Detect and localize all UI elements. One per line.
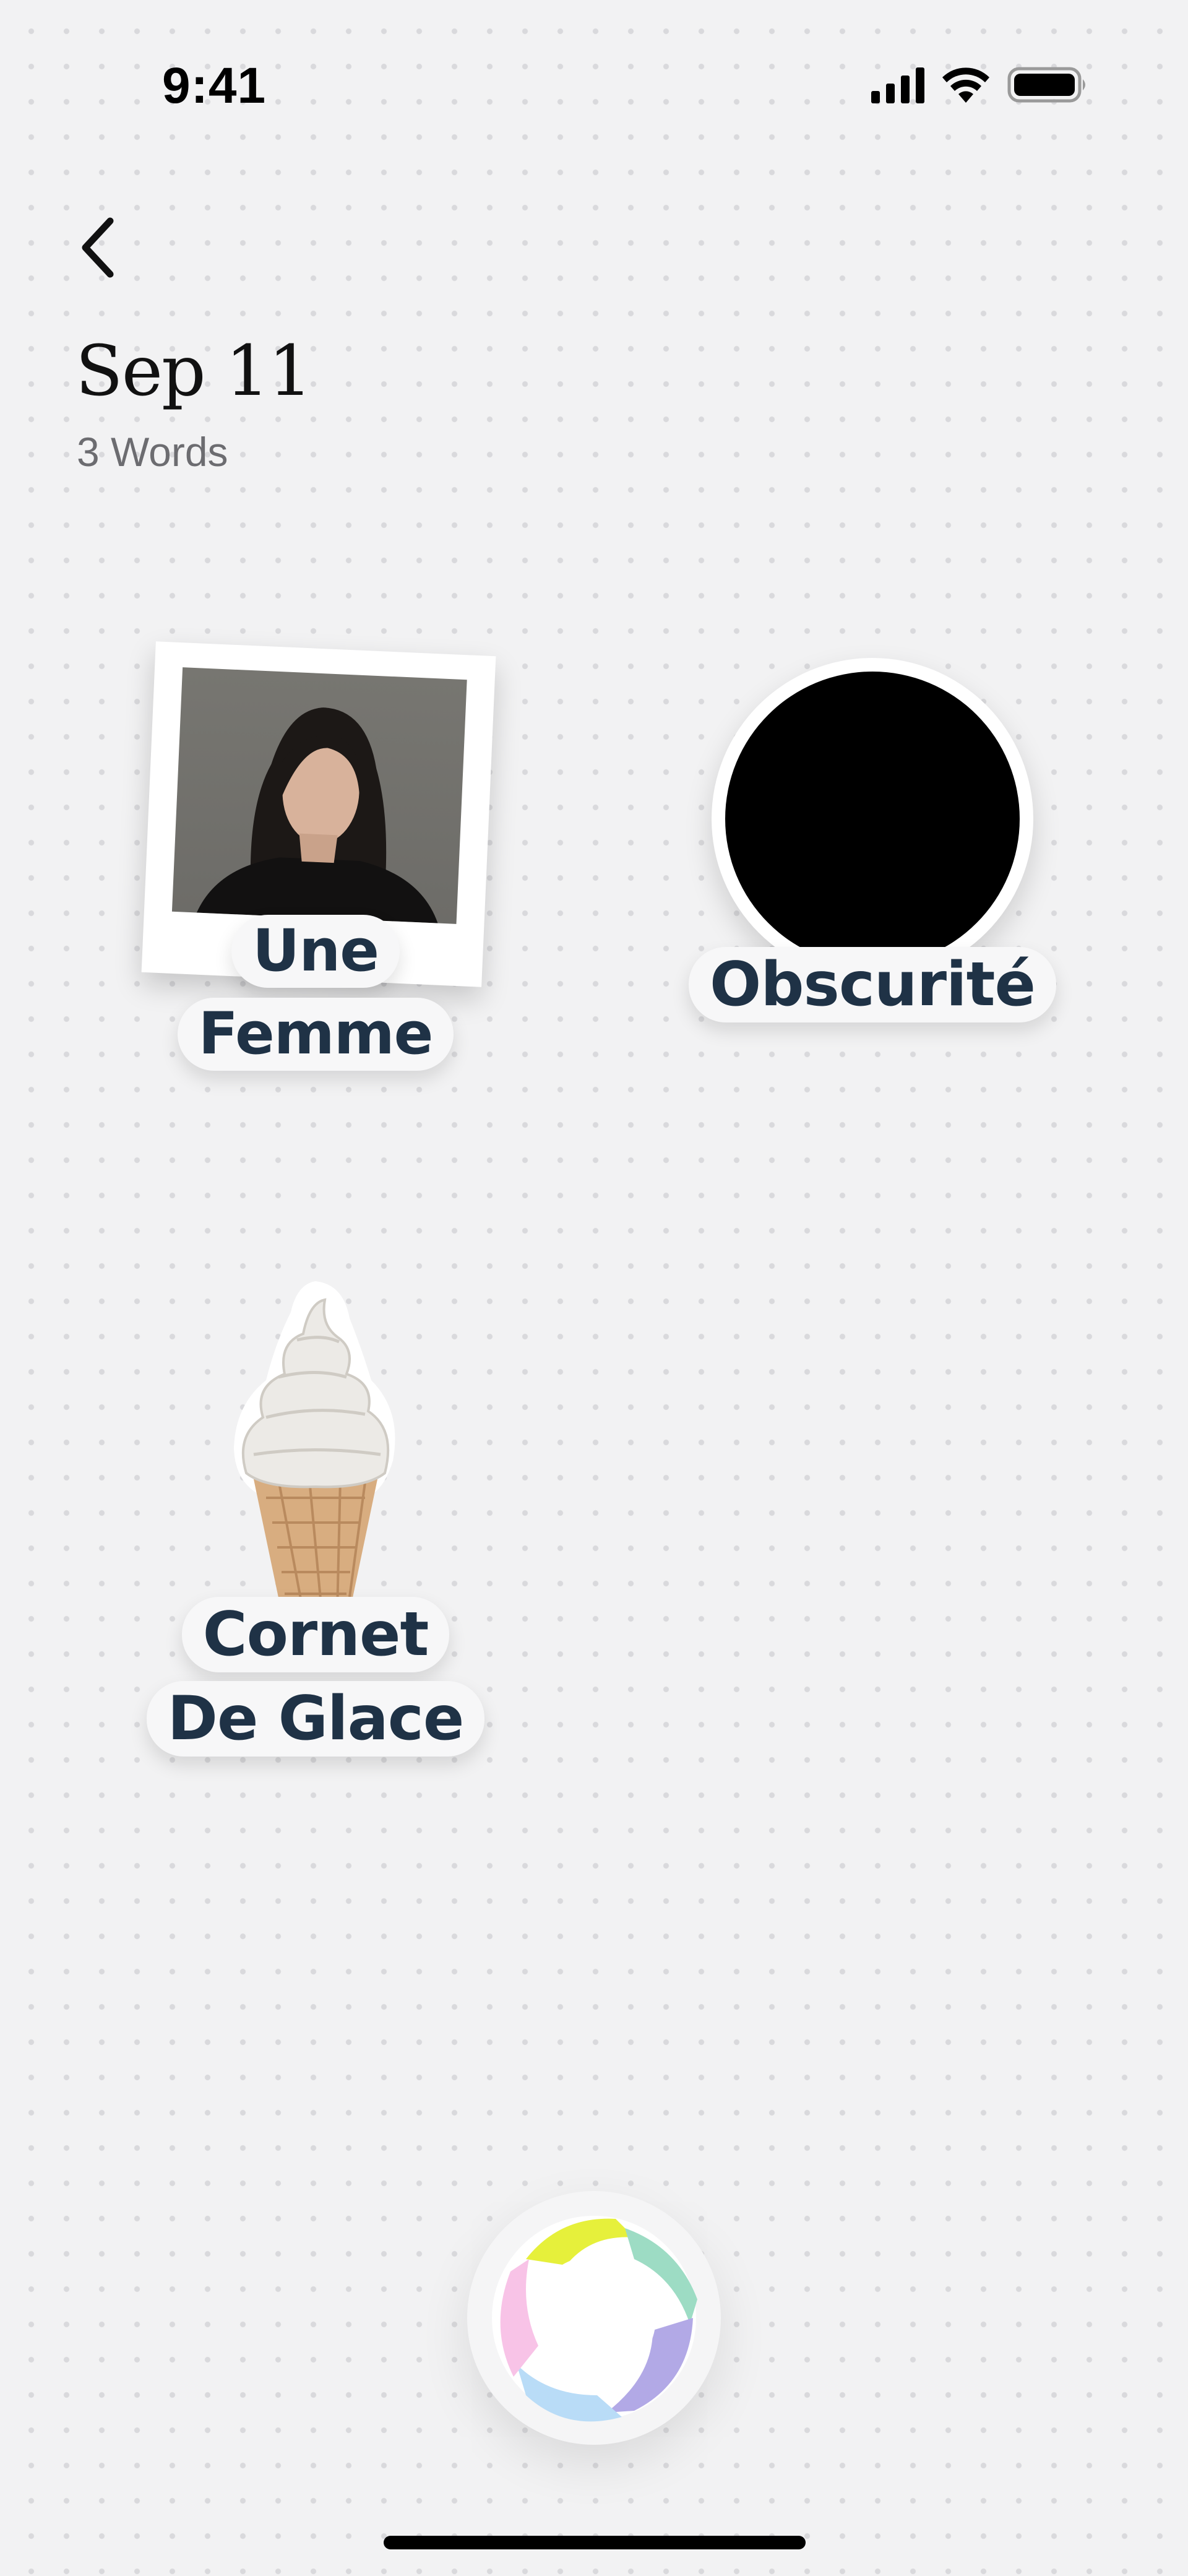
wifi-icon: [942, 67, 989, 103]
ice-cream-cone-image: [234, 1281, 395, 1622]
word-label-line2: De Glace: [118, 1681, 514, 1757]
word-label: Obscurité: [674, 947, 1070, 1022]
capture-button[interactable]: [467, 2191, 721, 2445]
back-button[interactable]: [74, 214, 124, 282]
dark-circle-image: [712, 658, 1033, 980]
home-indicator: [384, 2536, 806, 2549]
word-label: Une: [167, 915, 464, 988]
page-title: Sep 11: [75, 331, 312, 412]
battery-icon: [1007, 67, 1085, 103]
cellular-signal-icon: [871, 66, 924, 103]
status-icons: [871, 66, 1089, 104]
word-label: Cornet: [118, 1597, 514, 1672]
chevron-left-icon: [82, 217, 114, 278]
word-count: 3 Words: [77, 429, 228, 475]
woman-portrait-image: [171, 667, 467, 924]
status-time: 9:41: [162, 58, 267, 114]
aperture-icon: [492, 2216, 697, 2422]
word-label-line2: Femme: [167, 998, 464, 1071]
